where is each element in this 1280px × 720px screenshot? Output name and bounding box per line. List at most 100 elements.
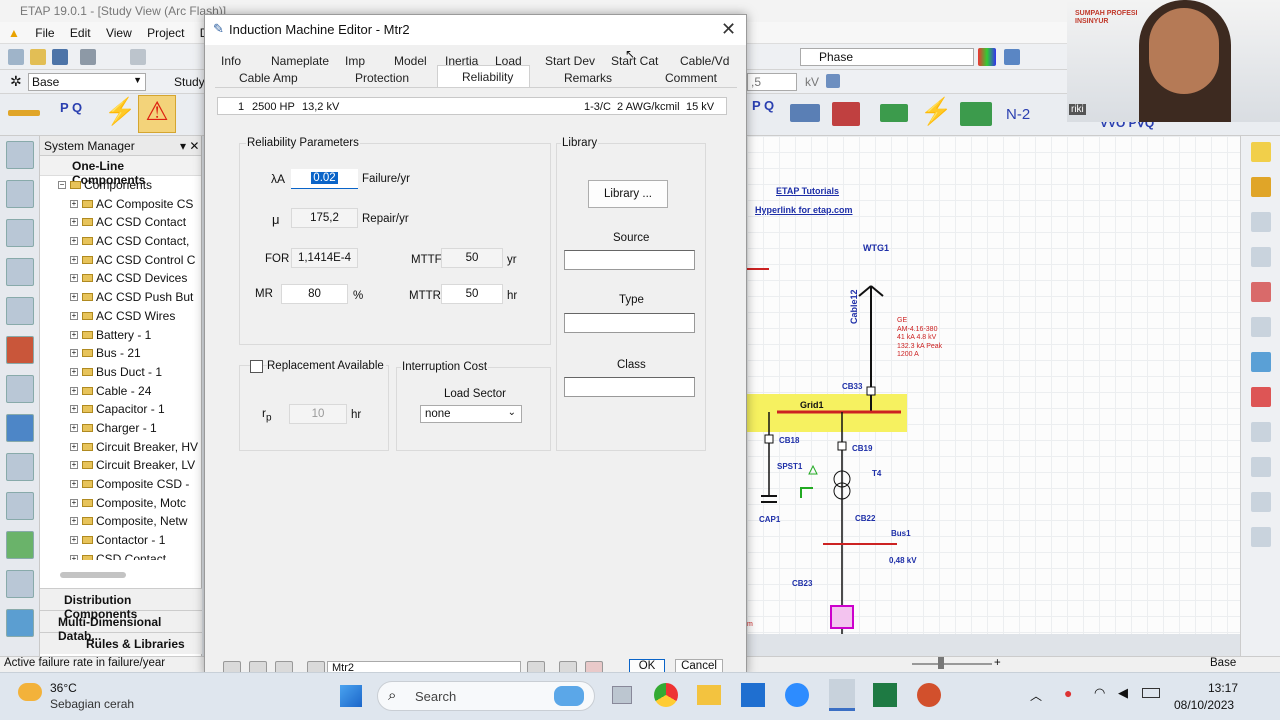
tab-start-dev[interactable]: Start Dev	[545, 54, 595, 68]
map-icon[interactable]	[6, 531, 34, 559]
tree-item[interactable]: + Composite, Motc	[40, 494, 201, 513]
start-icon[interactable]	[340, 685, 362, 707]
tree-item[interactable]: + Bus Duct - 1	[40, 363, 201, 382]
tab-imp[interactable]: Imp	[345, 54, 365, 68]
zoom-in-icon[interactable]: +	[994, 657, 1001, 669]
control-circuit-icon[interactable]	[6, 453, 34, 481]
menu-view[interactable]: View	[100, 22, 138, 44]
tree-item[interactable]: + Composite, Netw	[40, 512, 201, 531]
mttr-input[interactable]: 50	[441, 284, 503, 304]
tree-item[interactable]: + Cable - 24	[40, 382, 201, 401]
warning-icon[interactable]	[1251, 142, 1271, 162]
weather-icon[interactable]	[18, 683, 42, 701]
tree-item[interactable]: + AC CSD Push But	[40, 288, 201, 307]
tab-reliability[interactable]: Reliability	[462, 70, 513, 84]
outlook-icon[interactable]	[741, 683, 765, 707]
excel-icon[interactable]	[873, 683, 897, 707]
tab-remarks[interactable]: Remarks	[564, 71, 612, 85]
tree-item[interactable]: + AC CSD Contact	[40, 213, 201, 232]
arc-flash-button[interactable]: ⚠	[138, 95, 176, 133]
zoom-icon[interactable]	[1251, 247, 1271, 267]
dc-icon[interactable]	[6, 492, 34, 520]
replacement-checkbox[interactable]	[250, 360, 263, 373]
tree-item[interactable]: + Capacitor - 1	[40, 400, 201, 419]
taskbar-search[interactable]: ⌕ Search	[377, 681, 595, 711]
tab-nameplate[interactable]: Nameplate	[271, 54, 329, 68]
cb33-symbol[interactable]	[866, 386, 876, 396]
tab-info[interactable]: Info	[221, 54, 241, 68]
tree-horizontal-scrollbar[interactable]	[60, 572, 126, 578]
alert-icon[interactable]	[1251, 387, 1271, 407]
menu-project[interactable]: Project	[141, 22, 190, 44]
tree-item[interactable]: + AC CSD Devices	[40, 269, 201, 288]
erase-icon[interactable]	[1251, 212, 1271, 232]
chrome-icon[interactable]	[654, 683, 678, 707]
tab-protection[interactable]: Protection	[355, 71, 409, 85]
ground-grid-icon[interactable]	[6, 336, 34, 364]
tree-item[interactable]: + Circuit Breaker, HV	[40, 438, 201, 457]
recycle-icon[interactable]	[6, 609, 34, 637]
tree-item[interactable]: + AC CSD Contact,	[40, 232, 201, 251]
pencil-icon[interactable]	[1251, 177, 1271, 197]
lambda-input[interactable]: 0.02	[291, 169, 358, 189]
mu-input[interactable]: 175,2	[291, 208, 358, 228]
new-file-icon[interactable]	[8, 49, 24, 65]
phase-dropdown[interactable]: Phase	[800, 48, 974, 66]
one-line-components-header[interactable]: One-Line Components	[40, 156, 201, 187]
tab-model[interactable]: Model	[394, 54, 427, 68]
file-explorer-icon[interactable]	[697, 685, 721, 705]
open-file-icon[interactable]	[30, 49, 46, 65]
pin-icon[interactable]: ▾ ✕	[180, 139, 199, 153]
sequence-icon[interactable]	[1251, 317, 1271, 337]
mr-input[interactable]: 80	[281, 284, 348, 304]
etap-hyperlink[interactable]: Hyperlink for etap.com	[755, 205, 853, 215]
report-icon[interactable]	[1251, 422, 1271, 442]
arrow-down-icon[interactable]	[826, 74, 840, 88]
settings-icon[interactable]	[1251, 527, 1271, 547]
cable-icon[interactable]	[6, 219, 34, 247]
close-icon[interactable]: ✕	[721, 19, 736, 40]
tree-item[interactable]: + Circuit Breaker, LV	[40, 456, 201, 475]
lightning-icon[interactable]: ⚡	[920, 96, 952, 127]
harmonic-icon[interactable]	[790, 104, 820, 122]
chevron-up-icon[interactable]: ︿	[1030, 687, 1042, 704]
load-sector-dropdown[interactable]: none ⌄	[420, 405, 522, 423]
print-icon[interactable]	[80, 49, 96, 65]
etap-tutorials-link[interactable]: ETAP Tutorials	[776, 186, 839, 196]
target-icon[interactable]	[1251, 352, 1271, 372]
tree-item-components[interactable]: − Components	[40, 176, 201, 195]
chart-icon[interactable]	[1251, 282, 1271, 302]
switching-icon[interactable]	[880, 104, 908, 122]
tree-item[interactable]: + Charger - 1	[40, 419, 201, 438]
one-line-diagram-canvas[interactable]: ETAP Tutorials Hyperlink for etap.com WT…	[747, 136, 1240, 634]
weather-desc[interactable]: Sebagian cerah	[50, 697, 134, 711]
save-icon[interactable]	[52, 49, 68, 65]
tab-cable-amp[interactable]: Cable Amp	[239, 71, 298, 85]
etap-app-icon[interactable]	[829, 679, 855, 711]
pencil-icon[interactable]	[8, 110, 40, 116]
list-icon[interactable]	[1251, 457, 1271, 477]
zoom-app-icon[interactable]	[785, 683, 809, 707]
zoom-slider-thumb[interactable]	[938, 657, 944, 669]
clock-time[interactable]: 13:17	[1208, 681, 1238, 695]
tree-item[interactable]: + Contactor - 1	[40, 531, 201, 550]
n2-label[interactable]: N-2	[1006, 106, 1030, 123]
tree-item[interactable]: + AC CSD Control C	[40, 251, 201, 270]
tab-cable-vd[interactable]: Cable/Vd	[680, 54, 729, 68]
replacement-label[interactable]: Replacement Available	[267, 360, 386, 372]
kv-field[interactable]: ,5	[747, 73, 797, 91]
cb19-symbol[interactable]	[837, 441, 847, 451]
short-circuit-icon[interactable]: ⚡	[104, 96, 136, 127]
weather-temp[interactable]: 36°C	[50, 681, 77, 695]
stop-icon[interactable]	[1251, 492, 1271, 512]
panel-icon[interactable]	[6, 297, 34, 325]
motor-symbol[interactable]	[830, 605, 854, 629]
menu-file[interactable]: File	[29, 22, 60, 44]
transient-icon[interactable]	[832, 102, 860, 126]
pen-icon[interactable]	[1004, 49, 1020, 65]
tree-item[interactable]: + AC CSD Wires	[40, 307, 201, 326]
task-view-icon[interactable]	[612, 686, 632, 704]
cut-icon[interactable]	[130, 49, 146, 65]
battery-icon[interactable]	[1142, 688, 1160, 698]
powerpoint-icon[interactable]	[917, 683, 941, 707]
